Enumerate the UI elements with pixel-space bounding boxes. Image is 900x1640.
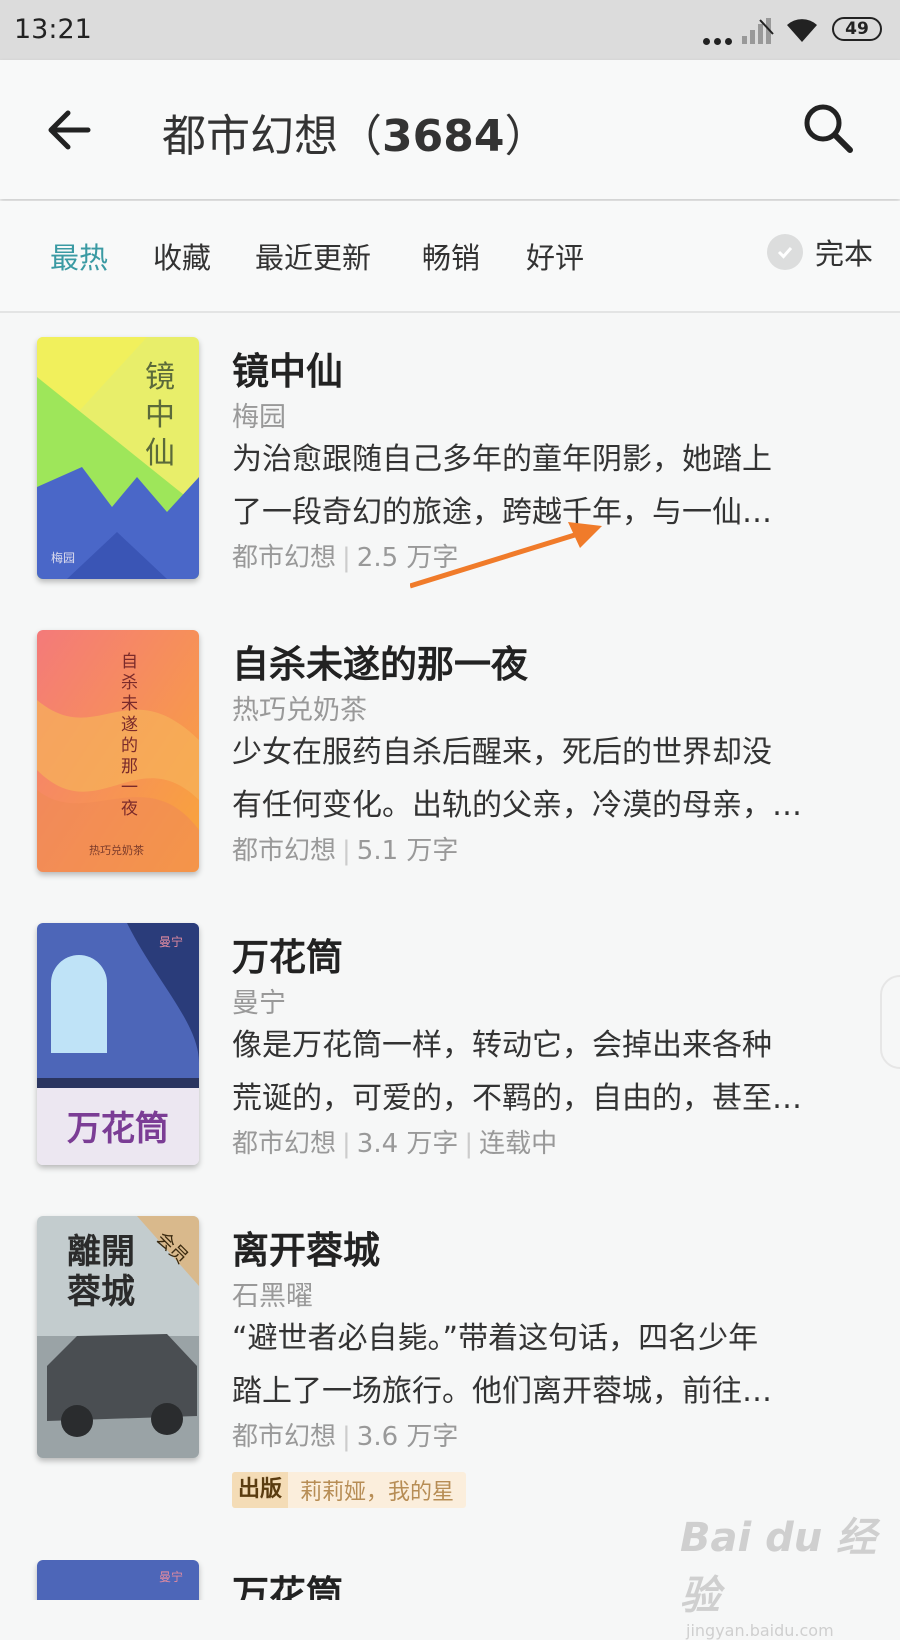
- book-title[interactable]: 离开蓉城: [232, 1220, 380, 1274]
- book-title[interactable]: 自杀未遂的那一夜: [232, 634, 528, 688]
- book-cover[interactable]: 万花筒 曼宁: [37, 923, 199, 1165]
- cover-title-text: 万花筒: [67, 1109, 169, 1149]
- status-bar: 13:21 49: [0, 0, 900, 60]
- watermark-brand: Bai du 经验: [680, 1515, 877, 1619]
- book-description: 少女在服药自杀后醒来，死后的世界却没 有任何变化。出轨的父亲，冷漠的母亲，…: [232, 735, 802, 823]
- book-word-count: 3.4 万字: [356, 1129, 459, 1159]
- book-description: 像是万花筒一样，转动它，会掉出来各种 荒诞的，可爱的，不羁的，自由的，甚至…: [232, 1028, 802, 1116]
- notification-dots-icon: [703, 30, 736, 49]
- book-title[interactable]: 万花筒: [232, 927, 343, 981]
- book-author: 石黑曜: [232, 1281, 313, 1312]
- book-title[interactable]: 万花筒: [232, 1564, 343, 1600]
- category-count: 3684: [382, 111, 505, 162]
- book-cover[interactable]: 離開蓉城 会员: [37, 1216, 199, 1458]
- page-title: 都市幻想（3684）: [162, 111, 549, 162]
- scroll-handle[interactable]: [880, 975, 900, 1069]
- category-name: 都市幻想: [162, 111, 338, 162]
- watermark-url: jingyan.baidu.com: [686, 1621, 834, 1640]
- book-author: 梅园: [232, 402, 286, 433]
- list-item[interactable]: 離開蓉城 会员 离开蓉城 石黑曜 “避世者必自毙。”带着这句话，四名少年 踏上了…: [0, 1216, 900, 1508]
- book-genre: 都市幻想: [232, 1129, 337, 1159]
- book-genre: 都市幻想: [232, 1422, 337, 1452]
- tab-favorites[interactable]: 收藏: [153, 235, 211, 277]
- book-genre: 都市幻想: [232, 836, 337, 866]
- back-arrow-icon[interactable]: [44, 105, 94, 155]
- cover-title-text: 镜中仙: [145, 360, 175, 471]
- list-item[interactable]: 万花筒 曼宁 万花筒 曼宁 像是万花筒一样，转动它，会掉出来各种 荒诞的，可爱的…: [0, 923, 900, 1213]
- book-cover[interactable]: 镜中仙 梅园: [37, 337, 199, 579]
- book-word-count: 5.1 万字: [356, 836, 459, 866]
- cover-author-text: 热巧兑奶茶: [89, 844, 144, 857]
- watermark-logo: Bai du 经验 jingyan.baidu.com: [680, 1505, 900, 1640]
- book-meta: 都市幻想 | 3.6 万字: [232, 1422, 459, 1452]
- book-author: 热巧兑奶茶: [232, 695, 367, 726]
- book-cover[interactable]: 自杀未遂的那一夜 热巧兑奶茶: [37, 630, 199, 872]
- search-icon[interactable]: [802, 102, 854, 154]
- book-author: 曼宁: [232, 988, 286, 1019]
- battery-indicator: 49: [832, 17, 882, 41]
- signal-icon: [742, 18, 774, 44]
- filter-bar: 最热 收藏 最近更新 畅销 好评 完本: [0, 201, 900, 313]
- annotation-arrow-icon: [410, 522, 602, 589]
- tab-hottest[interactable]: 最热: [50, 235, 108, 277]
- cover-author-text: 曼宁: [159, 1570, 184, 1584]
- wifi-icon: [787, 19, 817, 42]
- cover-title-text: 離開蓉城: [67, 1232, 135, 1312]
- book-word-count: 3.6 万字: [356, 1422, 459, 1452]
- book-description: “避世者必自毙。”带着这句话，四名少年 踏上了一场旅行。他们离开蓉城，前往…: [232, 1321, 772, 1409]
- list-item[interactable]: 自杀未遂的那一夜 热巧兑奶茶 自杀未遂的那一夜 热巧兑奶茶 少女在服药自杀后醒来…: [0, 630, 900, 920]
- book-cover[interactable]: 曼宁: [37, 1560, 199, 1600]
- cover-author-text: 梅园: [51, 551, 76, 565]
- book-status: 连载中: [479, 1129, 558, 1159]
- check-circle-icon: [767, 234, 803, 270]
- complete-filter-toggle[interactable]: 完本: [767, 231, 873, 273]
- publication-title: 莉莉娅，我的星: [300, 1480, 455, 1505]
- book-title[interactable]: 镜中仙: [232, 341, 343, 395]
- complete-label: 完本: [815, 237, 874, 271]
- tab-recent-update[interactable]: 最近更新: [255, 235, 371, 277]
- cover-title-text: 自杀未遂的那一夜: [121, 652, 138, 819]
- tab-bestselling[interactable]: 畅销: [422, 235, 480, 277]
- cover-author-text: 曼宁: [159, 935, 184, 949]
- tab-good-reviews[interactable]: 好评: [526, 235, 584, 277]
- book-genre: 都市幻想: [232, 543, 337, 573]
- publication-badge: 出版: [232, 1472, 289, 1508]
- book-meta: 都市幻想 | 5.1 万字: [232, 836, 459, 866]
- publication-tag[interactable]: 出版 莉莉娅，我的星: [232, 1472, 467, 1508]
- book-meta: 都市幻想 | 3.4 万字 | 连载中: [232, 1129, 558, 1159]
- app-bar: 都市幻想（3684）: [0, 60, 900, 199]
- status-time: 13:21: [14, 14, 92, 45]
